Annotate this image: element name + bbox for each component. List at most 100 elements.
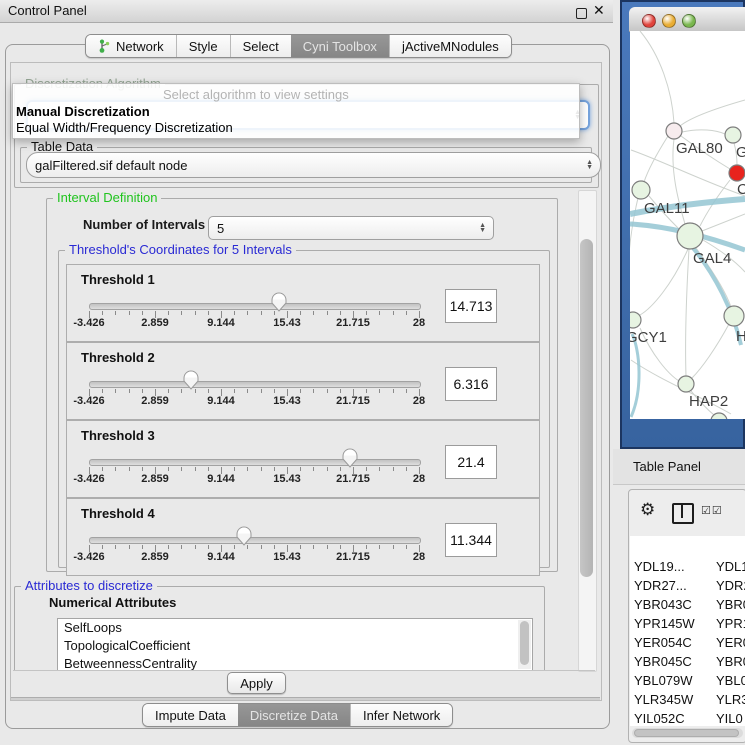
network-node[interactable] — [729, 165, 745, 181]
tab-impute-data[interactable]: Impute Data — [143, 704, 238, 726]
tick-mark — [142, 545, 143, 549]
network-node[interactable] — [666, 123, 682, 139]
network-node-label: GAL11 — [644, 200, 690, 217]
threshold-slider-track[interactable] — [89, 303, 421, 310]
tab-network-label: Network — [116, 39, 164, 54]
screen: Control Panel ✕ Network Style Select — [0, 0, 745, 745]
close-icon[interactable]: ✕ — [593, 2, 605, 19]
tick-mark — [208, 389, 209, 393]
table-row[interactable]: YBR043CYBR0 — [630, 597, 745, 616]
tick-mark — [406, 389, 407, 393]
close-traffic-light[interactable] — [642, 14, 656, 28]
split-columns-icon[interactable] — [672, 503, 694, 524]
threshold-panel: Threshold 3-3.4262.8599.14415.4321.71528… — [66, 420, 540, 498]
list-scrollbar-thumb[interactable] — [520, 621, 529, 665]
thresholds-container: Threshold 1-3.4262.8599.14415.4321.71528… — [66, 264, 540, 564]
tick-mark — [181, 389, 182, 393]
tick-mark — [234, 467, 235, 471]
threshold-value-field[interactable]: 14.713 — [445, 289, 497, 323]
table-hscrollbar[interactable] — [632, 728, 743, 738]
cell-shared-name: YBR045C — [634, 654, 692, 669]
tick-mark — [313, 467, 314, 471]
network-icon — [98, 39, 110, 53]
table-row[interactable]: YPR145WYPR1 — [630, 616, 745, 635]
tick-mark — [102, 311, 103, 315]
network-edge — [631, 334, 639, 417]
tab-discretize-data[interactable]: Discretize Data — [238, 704, 350, 726]
tab-cyni-toolbox-label: Cyni Toolbox — [303, 39, 377, 54]
table-row[interactable]: YLR345WYLR3 — [630, 692, 745, 711]
tick-mark — [274, 545, 275, 549]
network-canvas[interactable]: GAL80GACGAL11GAL4GCY1HHAP2 — [630, 31, 745, 419]
threshold-value-field[interactable]: 6.316 — [445, 367, 497, 401]
tick-label: 15.43 — [273, 473, 301, 485]
combo-arrows-icon: ▲▼ — [586, 160, 593, 170]
cell-shared-name: YIL052C — [634, 711, 685, 726]
tab-network[interactable]: Network — [86, 35, 176, 57]
tick-mark — [102, 545, 103, 549]
zoom-traffic-light[interactable] — [682, 14, 696, 28]
numerical-attributes-list[interactable]: SelfLoopsTopologicalCoefficientBetweenne… — [57, 618, 533, 670]
cell-name: YBL0 — [716, 673, 745, 688]
threshold-slider-thumb[interactable] — [183, 370, 199, 390]
tick-mark — [115, 311, 116, 315]
network-node[interactable] — [724, 306, 744, 326]
popup-item-manual-discretization[interactable]: Manual Discretization — [16, 104, 576, 120]
tick-label: -3.426 — [73, 317, 104, 329]
threshold-slider-track[interactable] — [89, 381, 421, 388]
number-of-intervals-combo[interactable]: 5 ▲▼ — [208, 216, 494, 240]
tick-mark — [261, 389, 262, 393]
threshold-slider-thumb[interactable] — [342, 448, 358, 468]
table-row[interactable]: YIL052CYIL0 — [630, 711, 745, 726]
tab-style[interactable]: Style — [176, 35, 230, 57]
threshold-slider-track[interactable] — [89, 537, 421, 544]
table-hscrollbar-thumb[interactable] — [634, 729, 739, 737]
tab-select[interactable]: Select — [230, 35, 291, 57]
table-row[interactable]: YDR27...YDR2 — [630, 578, 745, 597]
tab-jactivemnodules[interactable]: jActiveMNodules — [389, 35, 511, 57]
threshold-slider-track[interactable] — [89, 459, 421, 466]
network-node[interactable] — [725, 127, 741, 143]
tick-mark — [379, 389, 380, 393]
popup-item-equal-width[interactable]: Equal Width/Frequency Discretization — [16, 120, 576, 136]
table-row[interactable]: YDL19...YDL1 — [630, 559, 745, 578]
tab-cyni-toolbox[interactable]: Cyni Toolbox — [291, 35, 389, 57]
table-row[interactable]: YBR045CYBR0 — [630, 654, 745, 673]
threshold-slider-thumb[interactable] — [236, 526, 252, 546]
table-row[interactable]: YER054CYER0 — [630, 635, 745, 654]
select-columns-icon[interactable]: ☑☑ — [701, 504, 723, 517]
cell-shared-name: YDR27... — [634, 578, 687, 593]
cell-shared-name: YBR043C — [634, 597, 692, 612]
tick-mark — [393, 467, 394, 471]
tick-mark — [261, 311, 262, 315]
tick-label: 2.859 — [141, 395, 169, 407]
tab-infer-network[interactable]: Infer Network — [350, 704, 452, 726]
network-node[interactable] — [677, 223, 703, 249]
network-node[interactable] — [632, 181, 650, 199]
network-node[interactable] — [678, 376, 694, 392]
network-node-label: GA — [736, 144, 745, 161]
tick-mark — [129, 389, 130, 393]
apply-button[interactable]: Apply — [227, 672, 286, 694]
algorithm-popup: Select algorithm to view settings Manual… — [12, 83, 580, 139]
table-row[interactable]: YBL079WYBL0 — [630, 673, 745, 692]
threshold-slider-thumb[interactable] — [271, 292, 287, 312]
network-graph: GAL80GACGAL11GAL4GCY1HHAP2 — [630, 31, 745, 419]
tick-mark — [195, 467, 196, 471]
settings-scrollbar[interactable] — [578, 190, 597, 672]
threshold-value-field[interactable]: 21.4 — [445, 445, 497, 479]
attribute-list-item[interactable]: BetweennessCentrality — [58, 655, 532, 670]
control-panel-title: Control Panel — [8, 3, 87, 18]
network-node[interactable] — [630, 312, 641, 328]
settings-scrollbar-thumb[interactable] — [580, 239, 593, 577]
minimize-traffic-light[interactable] — [662, 14, 676, 28]
gear-icon[interactable]: ⚙ — [640, 500, 655, 520]
list-scrollbar[interactable] — [518, 620, 531, 669]
threshold-value-field[interactable]: 11.344 — [445, 523, 497, 557]
attribute-list-item[interactable]: SelfLoops — [58, 619, 532, 637]
tick-mark — [261, 545, 262, 549]
table-data-combo[interactable]: galFiltered.sif default node ▲▼ — [26, 152, 601, 178]
float-window-icon[interactable] — [576, 8, 587, 19]
divider — [13, 670, 595, 671]
attribute-list-item[interactable]: TopologicalCoefficient — [58, 637, 532, 655]
